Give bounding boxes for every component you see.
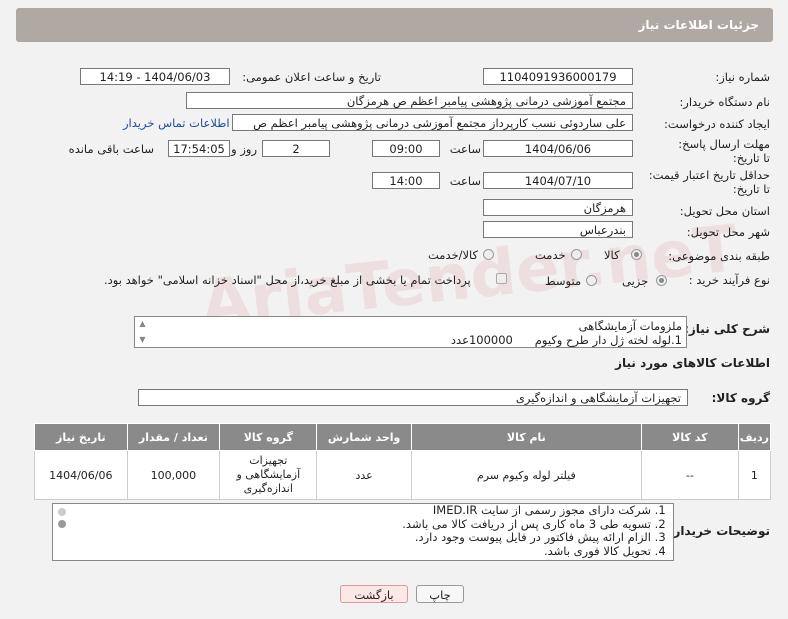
cell-date: 1404/06/06 bbox=[34, 450, 128, 500]
table-row: 1 -- فیلتر لوله وکیوم سرم عدد تجهیزات آز… bbox=[34, 450, 772, 500]
goods-info-title: اطلاعات کالاهای مورد نیاز bbox=[615, 356, 770, 370]
goods-group-label: گروه کالا: bbox=[711, 391, 770, 405]
cell-name: فیلتر لوله وکیوم سرم bbox=[410, 450, 642, 500]
col-header-row: ردیف bbox=[737, 423, 772, 451]
back-button[interactable]: بازگشت bbox=[340, 585, 408, 603]
category-radio-both[interactable] bbox=[483, 249, 494, 260]
col-header-unit: واحد شمارش bbox=[316, 423, 412, 451]
process-radio-medium[interactable] bbox=[586, 275, 597, 286]
need-number-label: شماره نیاز: bbox=[715, 70, 770, 84]
category-option-both: کالا/خدمت bbox=[428, 248, 479, 262]
buyer-note-item: شرکت دارای مجوز رسمی از سایت IMED.IR bbox=[53, 504, 651, 518]
validity-date-field: 1404/07/10 bbox=[483, 172, 633, 189]
announce-field: 1404/06/03 - 14:19 bbox=[80, 68, 230, 85]
deadline-label: مهلت ارسال پاسخ: تا تاریخ: bbox=[678, 137, 770, 165]
deadline-date-field: 1404/06/06 bbox=[483, 140, 633, 157]
process-option-minor: جزیی bbox=[622, 274, 649, 288]
col-header-qty: تعداد / مقدار bbox=[126, 423, 221, 451]
city-field: بندرعباس bbox=[483, 221, 633, 238]
page-title: جزئیات اطلاعات نیاز bbox=[638, 18, 759, 32]
description-textarea[interactable]: ملزومات آزمایشگاهی 1.لوله لخته ژل دار طر… bbox=[134, 316, 687, 348]
announce-label: تاریخ و ساعت اعلان عمومی: bbox=[242, 70, 381, 84]
goods-group-field: تجهیزات آزمایشگاهی و اندازه‌گیری bbox=[138, 389, 688, 406]
remaining-time-field: 17:54:05 bbox=[168, 140, 230, 157]
province-field: هرمزگان bbox=[483, 199, 633, 216]
city-label: شهر محل تحویل: bbox=[686, 225, 770, 239]
buyer-field: مجتمع آموزشی درمانی پژوهشی پیامبر اعظم ص… bbox=[186, 92, 633, 109]
buyer-notes-list: شرکت دارای مجوز رسمی از سایت IMED.IR تسو… bbox=[53, 504, 673, 558]
description-line-2: 1.لوله لخته ژل دار طرح وکیوم 100000عدد bbox=[450, 333, 682, 347]
category-option-goods: کالا bbox=[604, 248, 620, 262]
col-header-date: تاریخ نیاز bbox=[34, 423, 128, 451]
validity-time-field: 14:00 bbox=[372, 172, 440, 189]
scroll-up-icon[interactable]: ▲ bbox=[138, 319, 147, 328]
cell-qty: 100,000 bbox=[126, 450, 221, 500]
buyer-label: نام دستگاه خریدار: bbox=[679, 95, 770, 109]
description-label: شرح کلی نیاز: bbox=[684, 322, 770, 336]
buyer-notes-box[interactable]: شرکت دارای مجوز رسمی از سایت IMED.IR تسو… bbox=[52, 503, 674, 561]
table-header-row: ردیف کد کالا نام کالا واحد شمارش گروه کا… bbox=[34, 423, 772, 451]
deadline-time-label: ساعت bbox=[449, 142, 481, 156]
process-label: نوع فرآیند خرید : bbox=[688, 273, 770, 287]
contact-buyer-link[interactable]: اطلاعات تماس خریدار bbox=[123, 116, 230, 130]
description-line-1: ملزومات آزمایشگاهی bbox=[578, 319, 682, 333]
treasury-checkbox[interactable] bbox=[496, 273, 507, 284]
category-radio-service[interactable] bbox=[571, 249, 582, 260]
col-header-group: گروه کالا bbox=[219, 423, 318, 451]
items-table: ردیف کد کالا نام کالا واحد شمارش گروه کا… bbox=[34, 423, 772, 500]
days-field: 2 bbox=[262, 140, 330, 157]
scroll-up-dot-icon[interactable] bbox=[58, 508, 66, 516]
scroll-thumb-icon[interactable] bbox=[58, 520, 66, 528]
validity-label: حداقل تاریخ اعتبار قیمت: تا تاریخ: bbox=[648, 168, 770, 196]
buyer-note-item: تحویل کالا فوری باشد. bbox=[53, 544, 651, 559]
col-header-name: نام کالا bbox=[410, 423, 642, 451]
creator-field: علی ساردوئی نسب کارپرداز مجتمع آموزشی در… bbox=[232, 114, 633, 131]
page-header: جزئیات اطلاعات نیاز bbox=[16, 8, 773, 42]
buyer-note-item: الزام ارائه پیش فاکتور در فایل پیوست وجو… bbox=[53, 530, 651, 545]
category-option-service: خدمت bbox=[535, 248, 566, 262]
payment-note: پرداخت تمام یا بخشی از مبلغ خرید،از محل … bbox=[104, 273, 471, 287]
page: جزئیات اطلاعات نیاز AriaTender.neT شماره… bbox=[0, 0, 788, 619]
buyer-note-item: تسویه طی 3 ماه کاری پس از دریافت کالا می… bbox=[53, 517, 651, 532]
cell-unit: عدد bbox=[316, 450, 412, 500]
deadline-time-field: 09:00 bbox=[372, 140, 440, 157]
creator-label: ایجاد کننده درخواست: bbox=[664, 117, 770, 131]
validity-time-label: ساعت bbox=[449, 174, 481, 188]
province-label: استان محل تحویل: bbox=[679, 204, 770, 218]
scroll-down-icon[interactable]: ▼ bbox=[138, 335, 147, 344]
remaining-label: ساعت باقی مانده bbox=[68, 142, 154, 156]
process-option-medium: متوسط bbox=[545, 274, 582, 288]
need-number-field: 1104091936000179 bbox=[483, 68, 633, 85]
days-label: روز و bbox=[231, 142, 257, 156]
process-radio-minor[interactable] bbox=[656, 275, 667, 286]
category-radio-goods[interactable] bbox=[631, 249, 642, 260]
cell-code: -- bbox=[640, 450, 739, 500]
cell-group: تجهیزات آزمایشگاهی و اندازه‌گیری bbox=[219, 450, 318, 500]
print-button[interactable]: چاپ bbox=[416, 585, 464, 603]
category-label: طبقه بندی موضوعی: bbox=[668, 249, 770, 263]
col-header-code: کد کالا bbox=[640, 423, 739, 451]
cell-row: 1 bbox=[737, 450, 772, 500]
buyer-notes-label: توضیحات خریدار: bbox=[668, 524, 770, 538]
